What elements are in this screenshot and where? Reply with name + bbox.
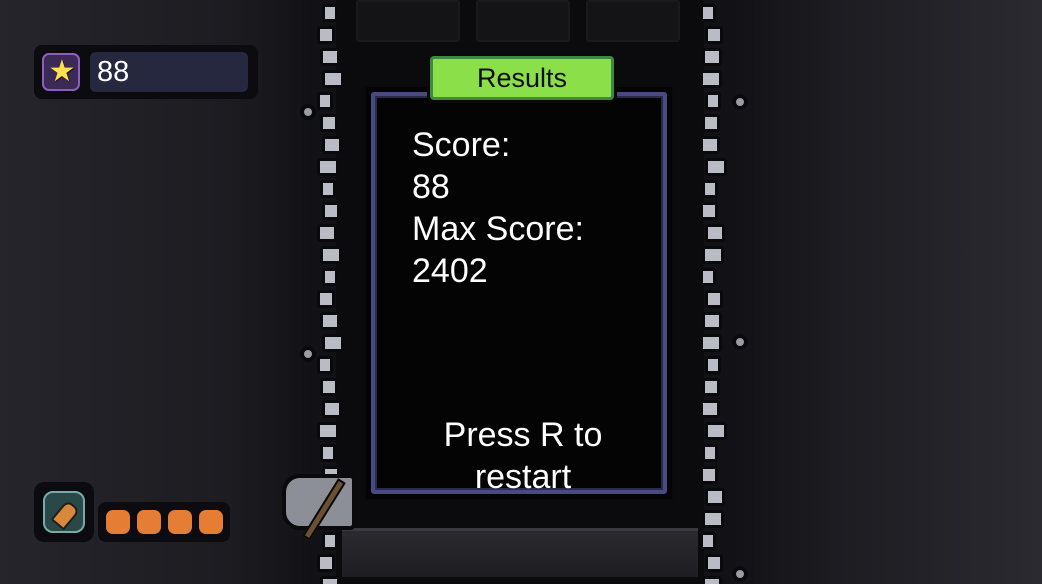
wall-stone bbox=[320, 444, 336, 462]
background-brick bbox=[356, 0, 460, 42]
wall-stone bbox=[705, 92, 721, 110]
wall-stone bbox=[322, 4, 338, 22]
wall-stone bbox=[700, 334, 722, 352]
wall-stone bbox=[317, 26, 335, 44]
wall-stone bbox=[700, 70, 722, 88]
wall-stone bbox=[705, 356, 721, 374]
wall-stone bbox=[700, 4, 716, 22]
background-brick bbox=[476, 0, 570, 42]
background-brick bbox=[586, 0, 680, 42]
wall-stone bbox=[700, 268, 716, 286]
wall-stone bbox=[700, 400, 720, 418]
max-score-label: Max Score: bbox=[412, 210, 584, 248]
wall-stone bbox=[317, 554, 335, 572]
score-label: Score: bbox=[412, 126, 511, 164]
ammo-pip bbox=[168, 510, 192, 534]
pebble bbox=[300, 104, 316, 120]
wall-stone bbox=[322, 268, 338, 286]
game-screen: ★ 88 Results Score: 88 Max Score: 2402 P… bbox=[0, 0, 1042, 584]
score-hud: ★ 88 bbox=[34, 45, 258, 99]
wall-stone bbox=[317, 224, 337, 242]
wall-stone bbox=[322, 532, 338, 550]
wall-stone bbox=[705, 488, 725, 506]
wall-stone bbox=[700, 466, 718, 484]
wall-stone bbox=[702, 312, 722, 330]
bullet-icon bbox=[34, 482, 94, 542]
wall-stone bbox=[705, 224, 725, 242]
wall-stone bbox=[700, 532, 716, 550]
wall-stone bbox=[322, 400, 342, 418]
wall-stone bbox=[705, 290, 723, 308]
wall-stone bbox=[322, 334, 344, 352]
ammo-hud bbox=[34, 482, 230, 544]
wall-stone bbox=[705, 158, 727, 176]
star-icon: ★ bbox=[42, 53, 80, 91]
restart-line-2: restart bbox=[474, 458, 572, 496]
wall-stone bbox=[317, 290, 335, 308]
wall-stone bbox=[702, 48, 722, 66]
ammo-pip bbox=[106, 510, 130, 534]
wall-stone bbox=[702, 510, 724, 528]
wall-stone bbox=[702, 246, 724, 264]
score-value: 88 bbox=[412, 168, 450, 206]
wall-stone bbox=[322, 136, 342, 154]
wall-stone bbox=[700, 202, 718, 220]
wall-stone bbox=[702, 180, 718, 198]
hud-score-value: 88 bbox=[97, 56, 130, 88]
ammo-pip bbox=[199, 510, 223, 534]
wall-stone bbox=[320, 48, 340, 66]
results-title: Results bbox=[476, 63, 568, 93]
wall-stone bbox=[320, 576, 340, 584]
wall-stone bbox=[702, 378, 720, 396]
pebble bbox=[732, 94, 748, 110]
wall-stone bbox=[320, 378, 338, 396]
wall-stone bbox=[322, 202, 340, 220]
wall-stone bbox=[702, 114, 720, 132]
wall-stone bbox=[702, 576, 722, 584]
right-wall bbox=[698, 0, 727, 584]
restart-prompt: Press R to restart bbox=[400, 414, 646, 498]
wall-stone bbox=[320, 180, 336, 198]
wall-stone bbox=[317, 422, 339, 440]
ammo-bar bbox=[98, 502, 230, 542]
max-score-value: 2402 bbox=[412, 252, 488, 290]
wall-stone bbox=[317, 356, 333, 374]
results-title-banner: Results bbox=[430, 56, 614, 100]
pebble bbox=[300, 346, 316, 362]
pebble bbox=[732, 334, 748, 350]
wall-stone bbox=[320, 114, 338, 132]
wall-stone bbox=[317, 158, 339, 176]
restart-line-1: Press R to bbox=[443, 416, 603, 454]
shaft-floor bbox=[342, 528, 698, 577]
wall-stone bbox=[705, 422, 727, 440]
wall-stone bbox=[317, 92, 333, 110]
wall-stone bbox=[702, 444, 718, 462]
wall-stone bbox=[705, 554, 723, 572]
pebble bbox=[732, 566, 748, 582]
wall-stone bbox=[705, 26, 723, 44]
wall-stone bbox=[320, 312, 340, 330]
wall-stone bbox=[700, 136, 720, 154]
wall-stone bbox=[322, 70, 344, 88]
wall-stone bbox=[320, 246, 342, 264]
ammo-pip bbox=[137, 510, 161, 534]
